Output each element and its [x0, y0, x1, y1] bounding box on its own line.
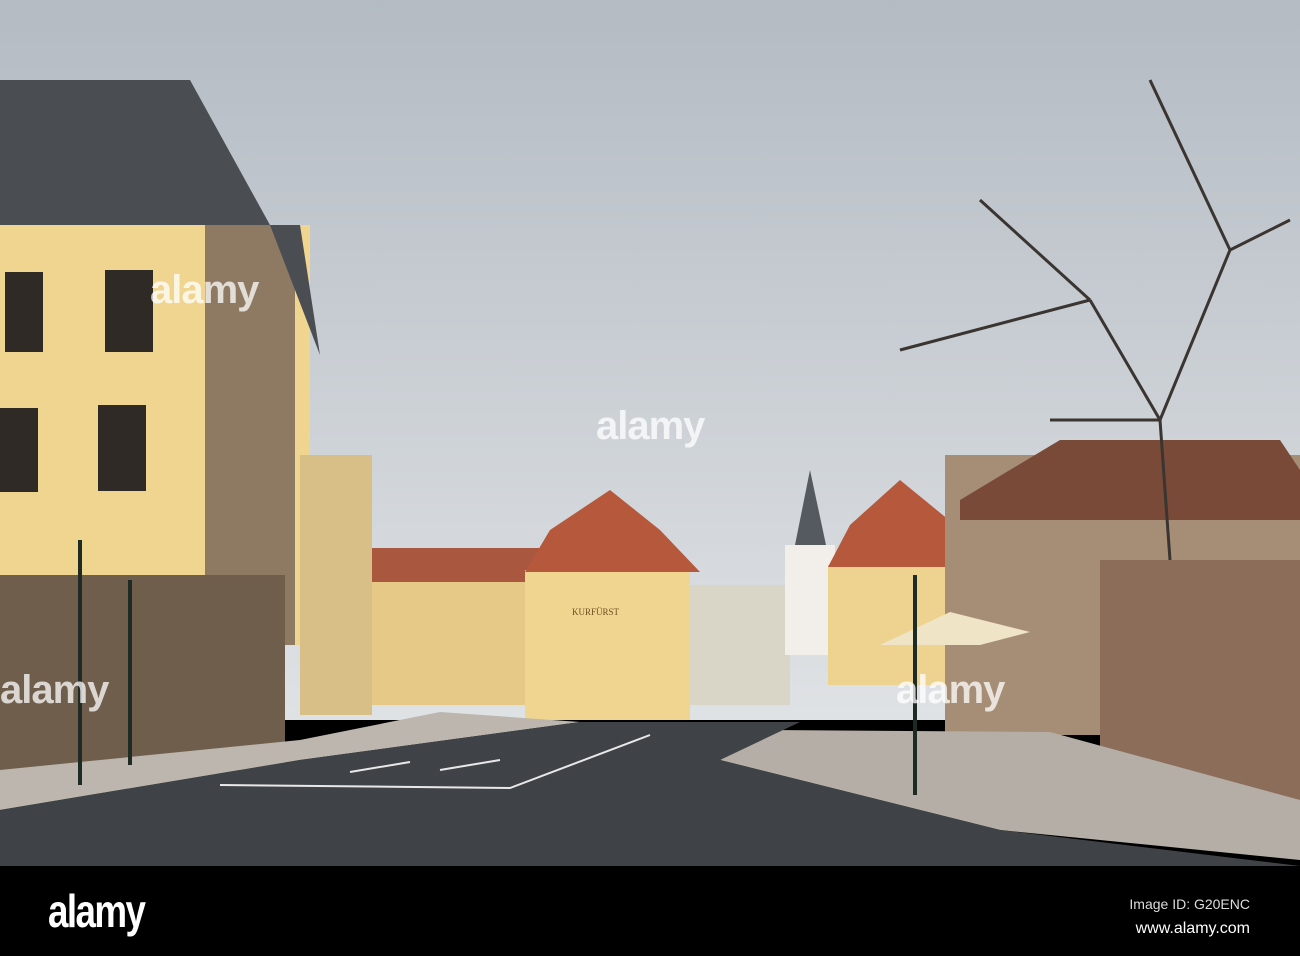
watermark: alamy: [896, 668, 1005, 712]
site-url: www.alamy.com: [1135, 920, 1250, 937]
footer-bar: alamy Image ID: G20ENC www.alamy.com: [0, 866, 1300, 956]
alamy-logo: alamy: [48, 885, 146, 937]
watermark: alamy: [596, 404, 705, 448]
image-id: Image ID: G20ENC: [1129, 896, 1250, 912]
side-building-left: [300, 455, 372, 715]
watermark: alamy: [0, 668, 109, 712]
kurfuerst-building: [525, 570, 690, 720]
long-building: [362, 580, 542, 705]
watermark: alamy: [150, 268, 259, 312]
long-building-roof: [362, 548, 545, 582]
church-tower: [785, 545, 835, 655]
kurfuerst-sign: KURFÜRST: [572, 607, 620, 617]
side-buildings: [690, 585, 790, 705]
stock-photo: KURFÜRST alamy alamy alamy alamy alamy I…: [0, 0, 1300, 956]
